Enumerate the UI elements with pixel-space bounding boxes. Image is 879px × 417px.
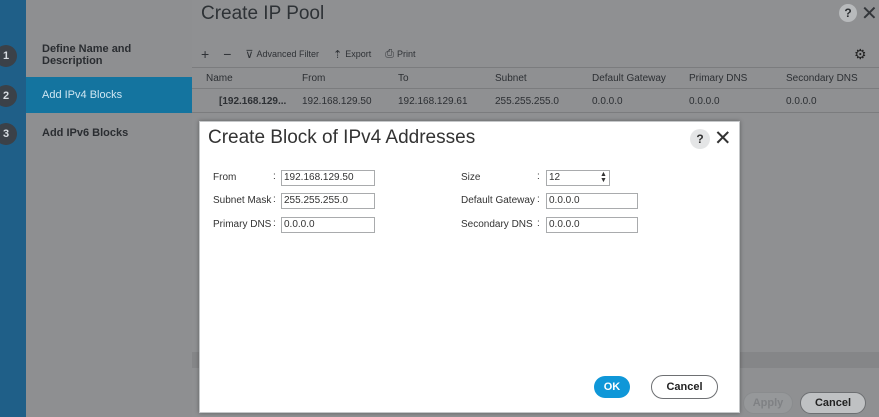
secondary-dns-label: Secondary DNS [461, 219, 533, 230]
cell-default-gateway: 0.0.0.0 [592, 96, 623, 107]
dialog-title: Create Block of IPv4 Addresses [208, 127, 476, 148]
filter-icon: ⊽ [245, 48, 254, 61]
column-header-subnet[interactable]: Subnet [495, 73, 527, 84]
step-number-1: 1 [0, 45, 17, 67]
remove-button[interactable]: − [223, 46, 231, 62]
apply-button[interactable]: Apply [743, 392, 793, 414]
wizard-step-add-ipv6[interactable]: Add IPv6 Blocks [26, 115, 192, 151]
cell-to: 192.168.129.61 [398, 96, 468, 107]
minus-icon: − [223, 46, 232, 62]
gear-icon[interactable]: ⚙ [854, 46, 867, 63]
subnet-mask-label: Subnet Mask [213, 195, 272, 206]
close-icon[interactable]: ✕ [714, 126, 732, 151]
default-gateway-colon: : [537, 194, 540, 205]
column-header-name[interactable]: Name [206, 73, 233, 84]
secondary-dns-input[interactable]: 0.0.0.0 [546, 217, 638, 233]
step-number-2: 2 [0, 85, 17, 107]
printer-icon: ⎙ [385, 47, 395, 60]
size-value: 12 [549, 172, 561, 183]
cell-subnet: 255.255.255.0 [495, 96, 559, 107]
wizard-steps-panel: Define Name and Description Add IPv4 Blo… [26, 0, 192, 417]
table-toolbar: + − ⊽ Advanced Filter ⇡ Export ⎙ Print [201, 45, 430, 63]
cell-primary-dns: 0.0.0.0 [689, 96, 720, 107]
export-label: Export [345, 49, 372, 59]
wizard-step-define-name[interactable]: Define Name and Description [26, 37, 192, 73]
size-colon: : [537, 171, 540, 182]
size-stepper[interactable]: 12 ▲ ▼ [546, 170, 610, 186]
close-icon[interactable]: ✕ [861, 1, 878, 26]
subnet-mask-colon: : [273, 194, 276, 205]
help-icon[interactable]: ? [690, 129, 710, 149]
export-icon: ⇡ [332, 48, 343, 61]
wizard-cancel-button[interactable]: Cancel [800, 392, 866, 414]
primary-dns-label: Primary DNS [213, 219, 272, 230]
table-header: Name From To Subnet Default Gateway Prim… [192, 67, 879, 89]
create-ipv4-block-dialog: Create Block of IPv4 Addresses ? ✕ From … [199, 121, 740, 413]
subnet-mask-input[interactable]: 255.255.255.0 [281, 193, 375, 209]
column-header-to[interactable]: To [398, 73, 409, 84]
column-header-primary-dns[interactable]: Primary DNS [689, 73, 747, 84]
advanced-filter-label: Advanced Filter [256, 49, 319, 59]
from-input[interactable]: 192.168.129.50 [281, 170, 375, 186]
table-row[interactable]: [192.168.129... 192.168.129.50 192.168.1… [192, 89, 879, 113]
spinner-arrows-icon[interactable]: ▲ ▼ [600, 171, 607, 184]
primary-dns-colon: : [273, 218, 276, 229]
column-header-from[interactable]: From [302, 73, 325, 84]
print-label: Print [397, 49, 416, 59]
window-title: Create IP Pool [201, 3, 325, 24]
print-button[interactable]: ⎙ Print [385, 48, 415, 61]
size-label: Size [461, 172, 481, 183]
wizard-step-add-ipv4[interactable]: Add IPv4 Blocks [26, 77, 192, 113]
ok-button[interactable]: OK [594, 376, 630, 398]
cancel-button[interactable]: Cancel [651, 375, 718, 399]
step-number-3: 3 [0, 123, 17, 145]
add-button[interactable]: + [201, 46, 209, 62]
column-header-default-gateway[interactable]: Default Gateway [592, 73, 666, 84]
primary-dns-input[interactable]: 0.0.0.0 [281, 217, 375, 233]
default-gateway-label: Default Gateway [461, 195, 535, 206]
wizard-step-rail: 1 2 3 [0, 0, 26, 417]
help-icon[interactable]: ? [839, 4, 857, 22]
secondary-dns-colon: : [537, 218, 540, 229]
cell-from: 192.168.129.50 [302, 96, 372, 107]
plus-icon: + [201, 46, 210, 62]
cell-name: [192.168.129... [219, 96, 287, 107]
advanced-filter-button[interactable]: ⊽ Advanced Filter [245, 48, 319, 61]
column-header-secondary-dns[interactable]: Secondary DNS [786, 73, 858, 84]
from-colon: : [273, 171, 276, 182]
export-button[interactable]: ⇡ Export [333, 48, 371, 61]
default-gateway-input[interactable]: 0.0.0.0 [546, 193, 638, 209]
from-label: From [213, 172, 237, 183]
cell-secondary-dns: 0.0.0.0 [786, 96, 817, 107]
